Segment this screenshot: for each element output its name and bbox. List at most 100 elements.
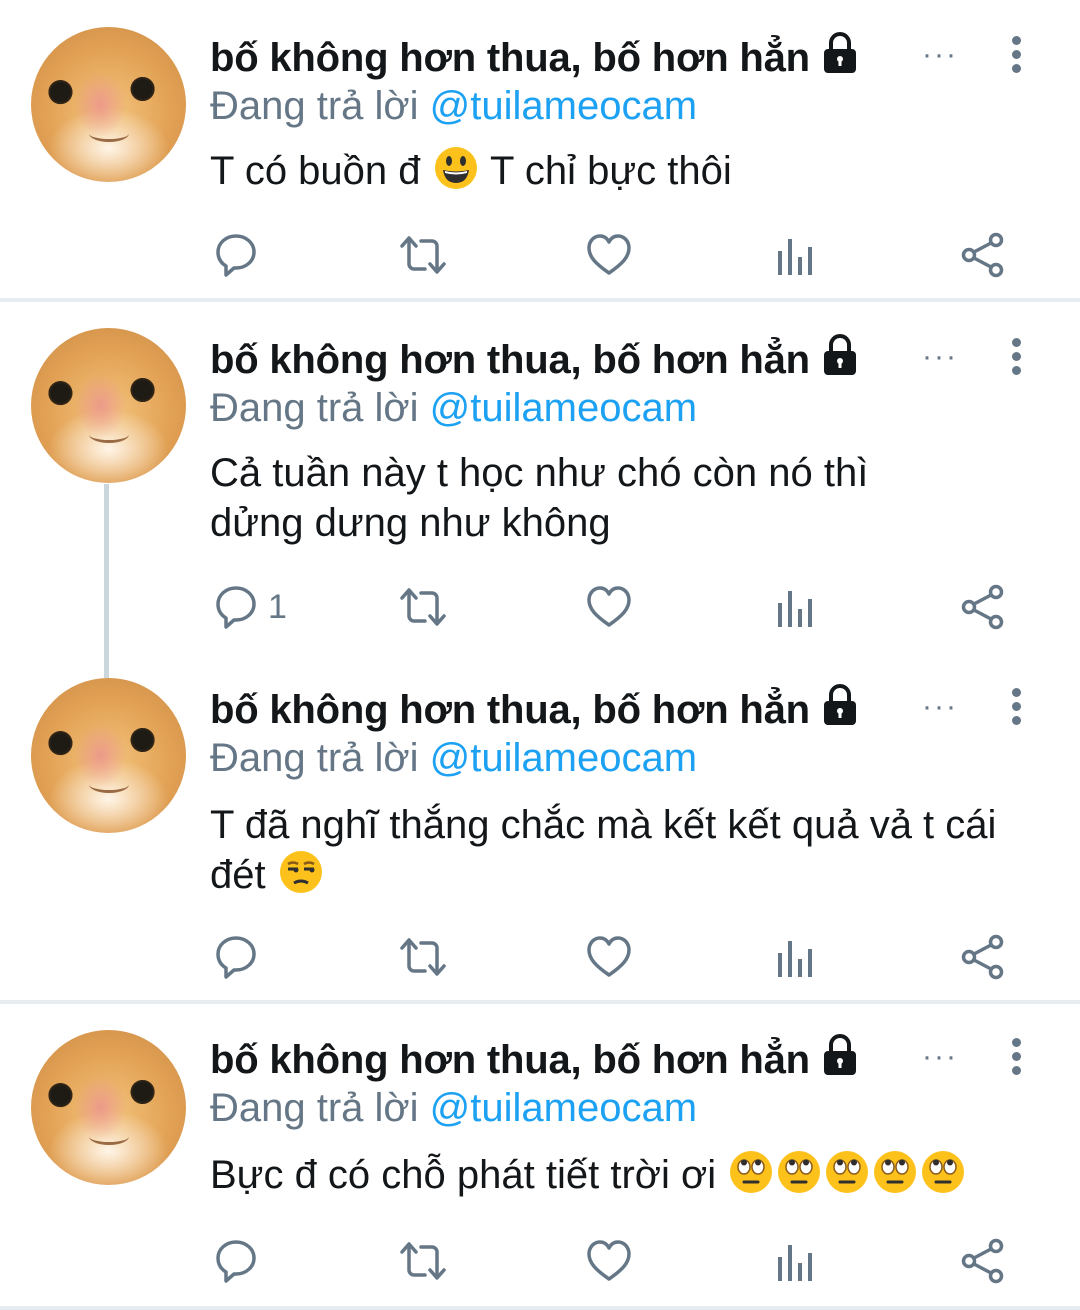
- replying-to: Đang trả lời @tuilameocam: [210, 386, 697, 431]
- retweet-button[interactable]: [398, 230, 448, 280]
- reply-button[interactable]: 1: [214, 582, 287, 632]
- retweet-button[interactable]: [398, 1236, 448, 1286]
- like-icon: [587, 936, 631, 977]
- share-icon: [961, 1238, 1004, 1284]
- like-button[interactable]: [586, 932, 632, 982]
- share-icon: [961, 232, 1004, 278]
- thread-line: [104, 484, 109, 678]
- kebab-menu-icon[interactable]: [1004, 688, 1028, 728]
- lock-icon: [820, 333, 860, 387]
- kebab-menu-icon[interactable]: [1004, 1038, 1028, 1078]
- replying-to: Đang trả lời @tuilameocam: [210, 1086, 697, 1131]
- tweet-text-part: T chỉ bực thôi: [490, 149, 732, 193]
- divider: [0, 298, 1080, 302]
- retweet-icon: [400, 1242, 446, 1280]
- retweet-button[interactable]: [398, 582, 448, 632]
- display-name-row: bố không hơn thua, bố hơn hẳn: [210, 1034, 860, 1086]
- analytics-icon: [778, 239, 812, 275]
- display-name-row: bố không hơn thua, bố hơn hẳn: [210, 334, 860, 386]
- more-dots-icon: ···: [922, 690, 958, 723]
- like-icon: [587, 586, 631, 627]
- reply-button[interactable]: [214, 230, 268, 280]
- reply-icon: [216, 234, 256, 277]
- analytics-button[interactable]: [776, 230, 816, 280]
- analytics-button[interactable]: [776, 582, 816, 632]
- action-bar: [0, 932, 1080, 982]
- lock-icon: [820, 31, 860, 85]
- more-dots-icon: ···: [922, 1040, 958, 1073]
- emoji-group: [727, 1151, 967, 1197]
- reply-count: 1: [268, 587, 287, 626]
- lock-icon: [820, 683, 860, 737]
- replying-handle-link[interactable]: @tuilameocam: [430, 1086, 697, 1130]
- kebab-menu-icon[interactable]: [1004, 36, 1028, 76]
- avatar[interactable]: [31, 27, 186, 182]
- replying-handle-link[interactable]: @tuilameocam: [430, 84, 697, 128]
- like-icon: [587, 234, 631, 275]
- display-name[interactable]: bố không hơn thua, bố hơn hẳn: [210, 36, 810, 81]
- analytics-button[interactable]: [776, 932, 816, 982]
- divider: [0, 1306, 1080, 1310]
- tweet-text: Bực đ có chỗ phát tiết trời ơi: [210, 1150, 1070, 1206]
- face-with-rolling-eyes-emoji-icon: [825, 1150, 869, 1206]
- avatar[interactable]: [31, 678, 186, 833]
- replying-prefix: Đang trả lời: [210, 736, 419, 780]
- analytics-icon: [778, 941, 812, 977]
- share-button[interactable]: [960, 230, 1006, 280]
- display-name[interactable]: bố không hơn thua, bố hơn hẳn: [210, 1038, 810, 1083]
- face-with-rolling-eyes-emoji-icon: [873, 1150, 917, 1206]
- action-bar: 1: [0, 582, 1080, 632]
- retweet-icon: [400, 938, 446, 976]
- avatar[interactable]: [31, 1030, 186, 1185]
- share-icon: [961, 934, 1004, 980]
- reply-icon: [216, 1240, 256, 1283]
- retweet-icon: [400, 236, 446, 274]
- tweet-text-part: T có buồn đ: [210, 149, 421, 193]
- retweet-button[interactable]: [398, 932, 448, 982]
- more-dots-icon: ···: [922, 340, 958, 373]
- share-icon: [961, 584, 1004, 630]
- tweet-text: T có buồn đ T chỉ bực thôi: [210, 146, 1050, 202]
- share-button[interactable]: [960, 932, 1006, 982]
- lock-icon: [820, 1033, 860, 1087]
- reply-icon: [216, 936, 256, 979]
- tweet-text: Cả tuần này t học như chó còn nó thì dửn…: [210, 451, 869, 545]
- reply-button[interactable]: [214, 932, 268, 982]
- tweet-text-part: Bực đ có chỗ phát tiết trời ơi: [210, 1153, 717, 1197]
- divider: [0, 1000, 1080, 1004]
- tweet-text-part: T đã nghĩ thắng chắc mà kết kết quả vả t…: [210, 803, 997, 897]
- action-bar: [0, 1236, 1080, 1286]
- action-bar: [0, 230, 1080, 280]
- display-name-row: bố không hơn thua, bố hơn hẳn: [210, 32, 860, 84]
- face-with-rolling-eyes-emoji-icon: [921, 1150, 965, 1206]
- kebab-menu-icon[interactable]: [1004, 338, 1028, 378]
- analytics-icon: [778, 591, 812, 627]
- share-button[interactable]: [960, 1236, 1006, 1286]
- share-button[interactable]: [960, 582, 1006, 632]
- face-with-rolling-eyes-emoji-icon: [777, 1150, 821, 1206]
- reply-button[interactable]: [214, 1236, 268, 1286]
- avatar[interactable]: [31, 328, 186, 483]
- display-name[interactable]: bố không hơn thua, bố hơn hẳn: [210, 338, 810, 383]
- unamused-face-emoji-icon: [279, 850, 323, 906]
- analytics-icon: [778, 1245, 812, 1281]
- replying-prefix: Đang trả lời: [210, 386, 419, 430]
- replying-handle-link[interactable]: @tuilameocam: [430, 386, 697, 430]
- like-button[interactable]: [586, 230, 632, 280]
- display-name[interactable]: bố không hơn thua, bố hơn hẳn: [210, 688, 810, 733]
- retweet-icon: [400, 588, 446, 626]
- display-name-row: bố không hơn thua, bố hơn hẳn: [210, 684, 860, 736]
- reply-icon: [216, 586, 256, 629]
- replying-prefix: Đang trả lời: [210, 84, 419, 128]
- analytics-button[interactable]: [776, 1236, 816, 1286]
- like-button[interactable]: [586, 1236, 632, 1286]
- grinning-face-emoji-icon: [434, 146, 478, 202]
- like-button[interactable]: [586, 582, 632, 632]
- more-dots-icon: ···: [922, 38, 958, 71]
- replying-handle-link[interactable]: @tuilameocam: [430, 736, 697, 780]
- face-with-rolling-eyes-emoji-icon: [729, 1150, 773, 1206]
- replying-to: Đang trả lời @tuilameocam: [210, 736, 697, 781]
- like-icon: [587, 1240, 631, 1281]
- replying-to: Đang trả lời @tuilameocam: [210, 84, 697, 129]
- replying-prefix: Đang trả lời: [210, 1086, 419, 1130]
